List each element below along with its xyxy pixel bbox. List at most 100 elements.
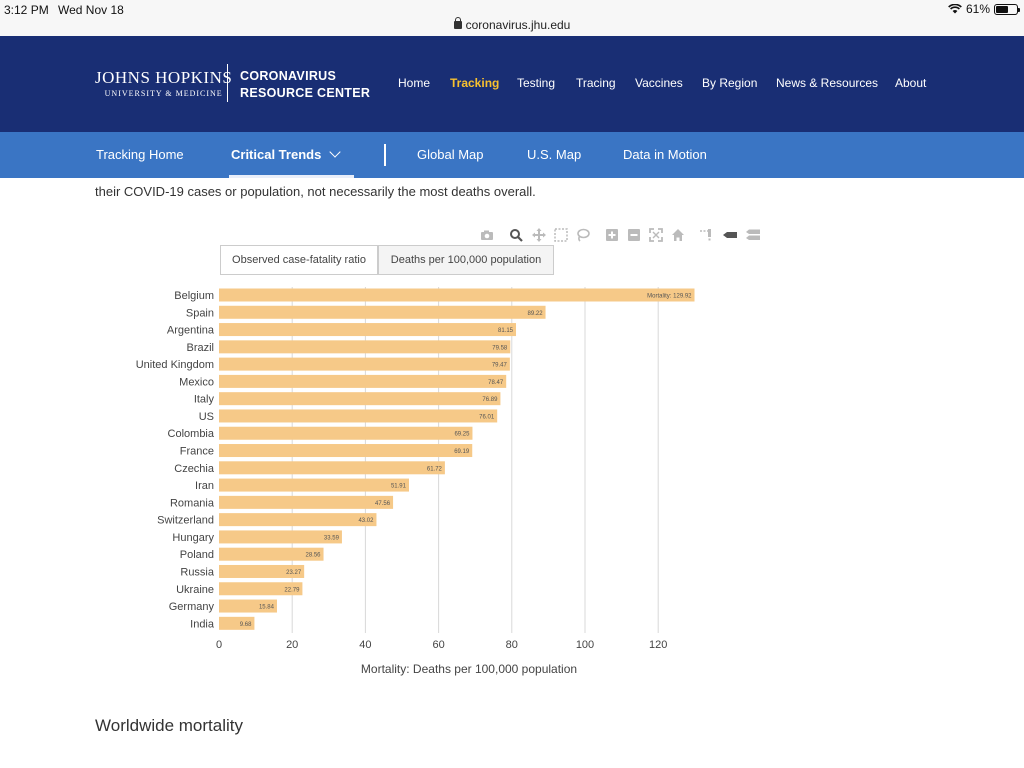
reset-axes-icon[interactable]: [671, 228, 685, 242]
bar-group[interactable]: Poland 28.56: [180, 547, 324, 562]
lock-icon: [453, 17, 462, 29]
hover-compare-icon[interactable]: [745, 228, 760, 242]
y-tick-label: Hungary: [172, 532, 214, 544]
logo-main-text: JOHNS HOPKINS: [95, 68, 233, 87]
bar: [219, 513, 377, 527]
bar: [219, 478, 409, 492]
y-tick-label: Italy: [194, 394, 215, 406]
bar: [219, 426, 473, 440]
x-axis-title: Mortality: Deaths per 100,000 population: [361, 662, 577, 676]
address-bar[interactable]: coronavirus.jhu.edu: [0, 17, 1024, 32]
bar: [219, 495, 394, 509]
subnav-critical-trends-label: Critical Trends: [231, 147, 322, 162]
bar: [219, 409, 498, 423]
y-tick-label: Romania: [170, 497, 215, 509]
camera-icon[interactable]: [480, 228, 494, 242]
lasso-icon[interactable]: [576, 228, 590, 242]
y-tick-label: Brazil: [186, 342, 214, 354]
bar-group[interactable]: Belgium Mortality: 129.92: [174, 288, 695, 303]
status-date: Wed Nov 18: [58, 3, 124, 17]
bar-group[interactable]: Russia 23.27: [180, 564, 305, 579]
data-label: Mortality: 129.92: [647, 294, 692, 300]
tracking-subnav: Tracking Home Critical Trends Global Map…: [0, 132, 1024, 178]
bar-group[interactable]: Mexico 78.47: [179, 374, 507, 389]
subnav-data-in-motion[interactable]: Data in Motion: [623, 147, 707, 162]
nav-about[interactable]: About: [895, 76, 926, 90]
jhu-logo[interactable]: JOHNS HOPKINS UNIVERSITY & MEDICINE: [95, 68, 232, 98]
bar-group[interactable]: Colombia 69.25: [168, 426, 473, 441]
bar-group[interactable]: India 9.68: [190, 616, 255, 631]
data-label: 78.47: [488, 380, 504, 386]
bar-group[interactable]: Germany 15.84: [169, 599, 277, 614]
logo-divider: [227, 64, 228, 102]
y-tick-label: India: [190, 618, 215, 630]
zoom-out-icon[interactable]: [627, 228, 641, 242]
bar: [219, 323, 517, 337]
bar-group[interactable]: Romania 47.56: [170, 495, 394, 510]
nav-tracing[interactable]: Tracing: [576, 76, 616, 90]
status-time: 3:12 PM: [4, 3, 49, 17]
subnav-global-map[interactable]: Global Map: [417, 147, 483, 162]
nav-news-resources[interactable]: News & Resources: [776, 76, 878, 90]
bar: [219, 340, 511, 354]
y-tick-label: Ukraine: [176, 584, 214, 596]
toggle-case-fatality-ratio[interactable]: Observed case-fatality ratio: [220, 245, 378, 275]
wifi-icon: [948, 4, 962, 14]
bar-group[interactable]: US 76.01: [199, 409, 498, 423]
bar-group[interactable]: Hungary 33.59: [172, 530, 342, 544]
y-tick-label: Russia: [180, 566, 215, 578]
box-select-icon[interactable]: [554, 228, 568, 242]
subnav-separator: [384, 144, 386, 166]
nav-by-region[interactable]: By Region: [702, 76, 757, 90]
y-tick-label: United Kingdom: [136, 359, 214, 371]
y-tick-label: Czechia: [174, 463, 215, 475]
subnav-us-map[interactable]: U.S. Map: [527, 147, 581, 162]
bar-group[interactable]: United Kingdom 79.47: [136, 357, 510, 372]
pan-icon[interactable]: [532, 228, 546, 242]
ios-status-bar: 3:12 PM Wed Nov 18 coronavirus.jhu.edu 6…: [0, 0, 1024, 36]
bar-group[interactable]: Ukraine 22.79: [176, 582, 303, 596]
data-label: 9.68: [240, 622, 252, 628]
bar-group[interactable]: Iran 51.91: [195, 478, 409, 493]
bar: [219, 357, 510, 371]
subnav-tracking-home[interactable]: Tracking Home: [96, 147, 184, 162]
y-tick-label: Mexico: [179, 376, 214, 388]
y-tick-label: Colombia: [168, 428, 215, 440]
x-tick-label: 40: [359, 639, 371, 651]
y-tick-label: US: [199, 411, 214, 423]
zoom-in-icon[interactable]: [605, 228, 619, 242]
data-label: 33.59: [324, 535, 340, 541]
data-label: 76.89: [482, 397, 498, 403]
spike-lines-icon[interactable]: [699, 228, 713, 242]
toggle-deaths-per-100k[interactable]: Deaths per 100,000 population: [378, 245, 554, 275]
active-tab-indicator: [229, 175, 354, 178]
bar-group[interactable]: Italy 76.89: [194, 392, 501, 406]
autoscale-icon[interactable]: [649, 228, 663, 242]
y-tick-label: Argentina: [167, 325, 215, 337]
data-label: 61.72: [427, 466, 443, 472]
data-label: 15.84: [259, 605, 275, 611]
bar-group[interactable]: Spain 89.22: [186, 305, 546, 320]
subnav-critical-trends[interactable]: Critical Trends: [231, 146, 341, 162]
site-title[interactable]: CORONAVIRUS RESOURCE CENTER: [240, 68, 370, 102]
nav-testing[interactable]: Testing: [517, 76, 555, 90]
nav-tracking[interactable]: Tracking: [450, 76, 499, 90]
data-label: 89.22: [528, 311, 544, 317]
data-label: 28.56: [306, 553, 322, 559]
data-label: 76.01: [479, 414, 495, 420]
bar-group[interactable]: Czechia 61.72: [174, 461, 445, 475]
data-label: 23.27: [286, 570, 302, 576]
status-right: 61%: [948, 2, 1020, 16]
bar-group[interactable]: Switzerland 43.02: [157, 513, 377, 527]
hover-closest-icon[interactable]: [722, 228, 737, 242]
data-label: 69.19: [454, 449, 470, 455]
intro-text: their COVID-19 cases or population, not …: [95, 184, 536, 199]
bar-group[interactable]: Brazil 79.58: [186, 340, 511, 354]
nav-vaccines[interactable]: Vaccines: [635, 76, 683, 90]
x-tick-label: 100: [576, 639, 594, 651]
battery-percent: 61%: [965, 2, 990, 16]
bar-group[interactable]: France 69.19: [180, 444, 473, 458]
bar-group[interactable]: Argentina 81.15: [167, 323, 517, 337]
nav-home[interactable]: Home: [398, 76, 430, 90]
zoom-icon[interactable]: [509, 228, 523, 242]
